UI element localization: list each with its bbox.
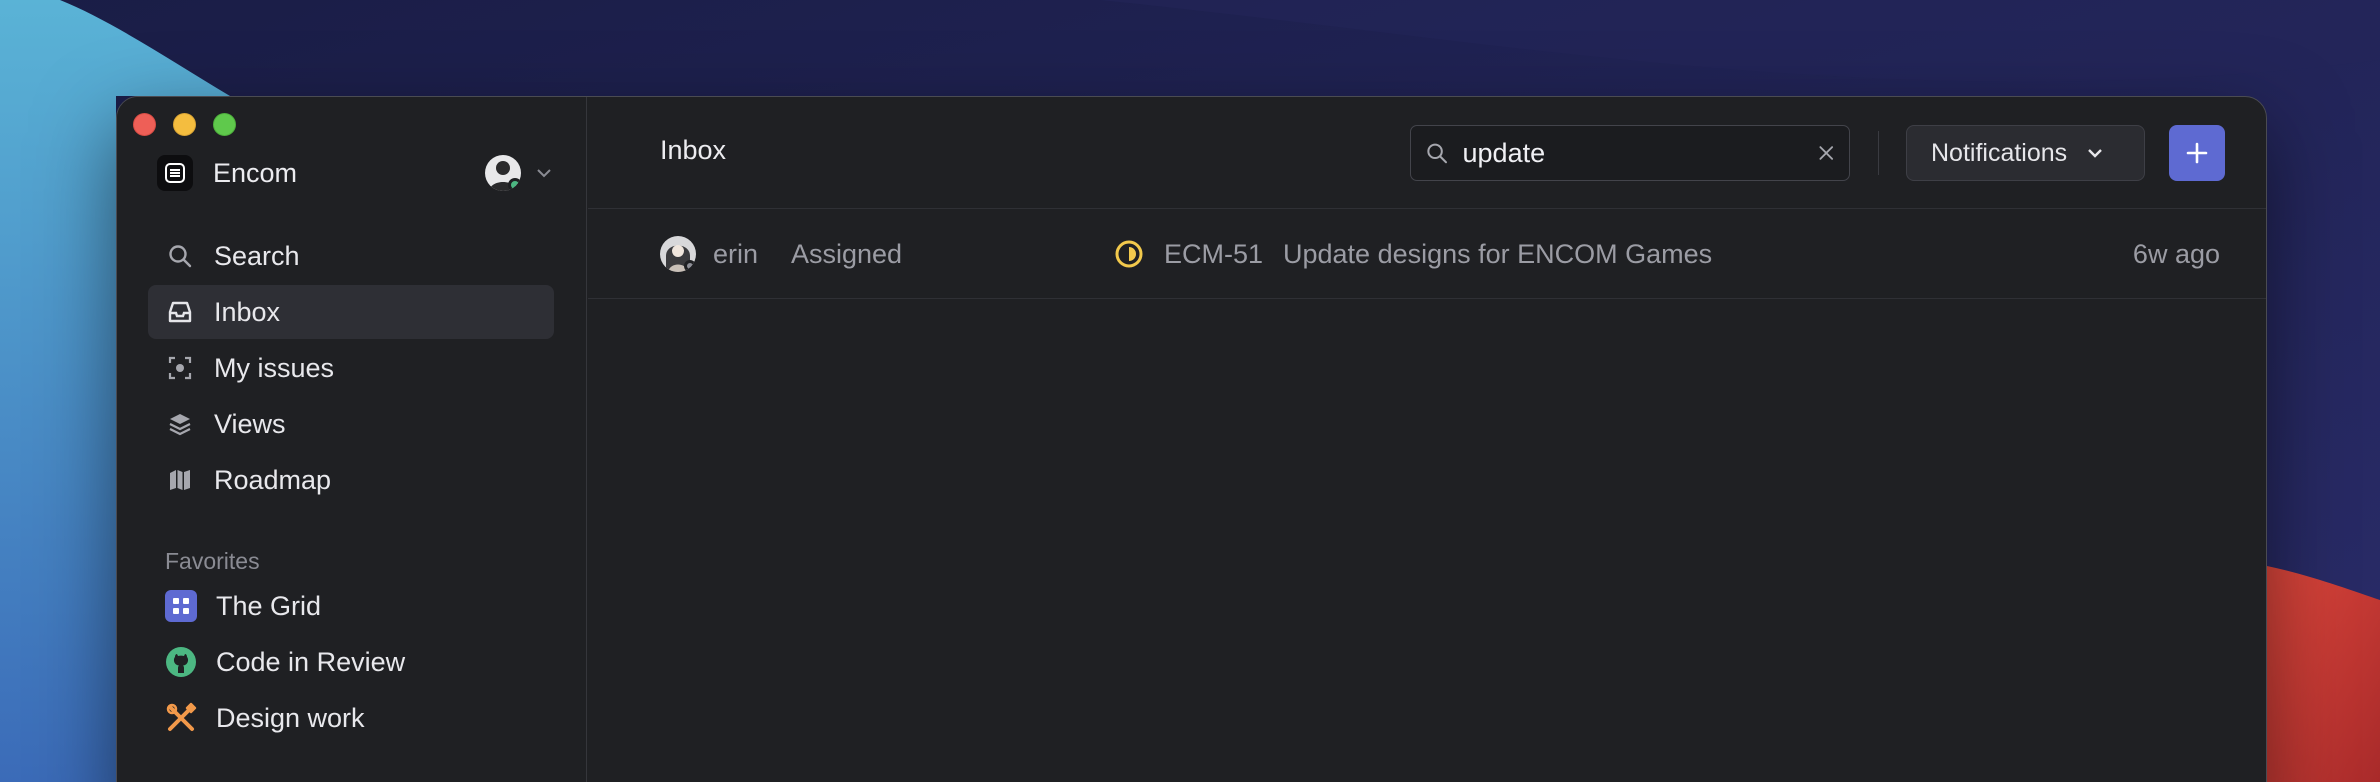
- sidebar-item-label: Search: [214, 240, 300, 271]
- favorite-item-design-work[interactable]: Design work: [148, 691, 554, 745]
- inbox-row[interactable]: erin Assigned ECM-51 Update designs for …: [588, 210, 2266, 299]
- layers-icon: [165, 409, 195, 439]
- sidebar-item-inbox[interactable]: Inbox: [148, 285, 554, 339]
- offline-status-dot: [684, 260, 696, 272]
- map-icon: [165, 465, 195, 495]
- add-button[interactable]: [2169, 125, 2225, 181]
- avatar: [485, 155, 521, 191]
- grid-icon: [164, 589, 198, 623]
- chevron-down-icon: [2088, 149, 2103, 158]
- plus-icon: [2186, 142, 2208, 164]
- inbox-header: Inbox Notifications: [588, 97, 2266, 209]
- chevron-down-icon: [537, 169, 551, 178]
- favorite-item-label: The Grid: [216, 590, 322, 621]
- search-input[interactable]: [1462, 137, 1817, 169]
- online-status-dot: [508, 178, 521, 191]
- favorites-heading: Favorites: [165, 548, 260, 574]
- avatar: [660, 236, 696, 272]
- sidebar-item-views[interactable]: Views: [148, 397, 554, 451]
- notification-user: erin: [713, 238, 759, 269]
- sidebar-item-roadmap[interactable]: Roadmap: [148, 453, 554, 507]
- sidebar-item-search[interactable]: Search: [148, 229, 554, 283]
- workspace-name: Encom: [213, 157, 298, 188]
- favorite-item-label: Design work: [216, 702, 365, 733]
- sidebar: Encom Search Inbox My issues Views Roadm…: [117, 97, 587, 782]
- sidebar-item-label: Inbox: [214, 296, 281, 327]
- notification-action: Assigned: [791, 238, 903, 269]
- favorite-item-label: Code in Review: [216, 646, 406, 677]
- sidebar-item-label: Roadmap: [214, 464, 332, 495]
- issue-id: ECM-51: [1164, 238, 1264, 269]
- inbox-icon: [165, 297, 195, 327]
- user-menu[interactable]: [485, 155, 553, 191]
- favorite-item-the-grid[interactable]: The Grid: [148, 579, 554, 633]
- app-window: Encom Search Inbox My issues Views Roadm…: [116, 96, 2267, 782]
- in-progress-status-icon: [1114, 239, 1144, 269]
- clear-search-icon[interactable]: [1817, 142, 1835, 164]
- notifications-filter-button[interactable]: Notifications: [1906, 125, 2145, 181]
- minimize-window-button[interactable]: [173, 113, 196, 136]
- notification-time: 6w ago: [2132, 238, 2220, 269]
- search-icon: [1427, 143, 1448, 164]
- main-nav: Search Inbox My issues Views Roadmap: [148, 229, 554, 509]
- header-divider: [1878, 131, 1879, 175]
- favorites-list: The Grid Code in Review Design work: [148, 579, 554, 747]
- workspace-logo-icon: [157, 155, 193, 191]
- favorite-item-code-in-review[interactable]: Code in Review: [148, 635, 554, 689]
- tools-icon: [164, 701, 198, 735]
- sidebar-item-my-issues[interactable]: My issues: [148, 341, 554, 395]
- issue-title: Update designs for ENCOM Games: [1283, 238, 1713, 269]
- window-controls: [133, 113, 236, 136]
- sidebar-item-label: Views: [214, 408, 286, 439]
- notifications-filter-label: Notifications: [1931, 138, 2068, 167]
- sidebar-item-label: My issues: [214, 352, 335, 383]
- inbox-main: Inbox Notifications erin Assigned: [588, 97, 2266, 782]
- github-icon: [164, 645, 198, 679]
- workspace-switcher[interactable]: Encom: [157, 153, 553, 193]
- search-icon: [165, 241, 195, 271]
- zoom-window-button[interactable]: [213, 113, 236, 136]
- page-title: Inbox: [660, 135, 727, 165]
- close-window-button[interactable]: [133, 113, 156, 136]
- target-icon: [165, 353, 195, 383]
- search-field[interactable]: [1410, 125, 1850, 181]
